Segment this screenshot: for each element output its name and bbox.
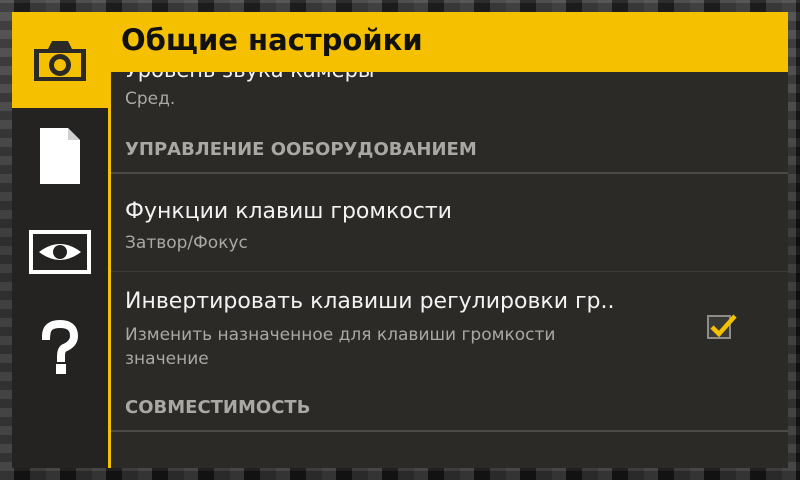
category-compatibility: СОВМЕСТИМОСТЬ [111, 382, 788, 432]
sidebar-item-general[interactable] [12, 12, 108, 108]
document-icon [40, 128, 80, 184]
settings-sidebar [12, 12, 108, 468]
sidebar-item-view[interactable] [12, 204, 108, 300]
invert-volume-keys-title: Инвертировать клавиши регулировки гр.. [125, 289, 615, 314]
invert-volume-keys-item[interactable]: Инвертировать клавиши регулировки гр.. И… [111, 272, 788, 390]
invert-volume-keys-summary-line1: Изменить назначенное для клавиши громкос… [125, 325, 556, 345]
volume-keys-function-title: Функции клавиш громкости [125, 199, 452, 224]
sidebar-item-document[interactable] [12, 108, 108, 204]
preferences-list[interactable]: Уровень звука камеры Сред. УПРАВЛЕНИЕ ОО… [111, 12, 788, 468]
eye-icon [29, 230, 91, 274]
sidebar-item-help[interactable] [12, 300, 108, 396]
camera-icon [34, 41, 86, 81]
category-hardware-control: УПРАВЛЕНИЕ ООБОРУДОВАНИЕМ [111, 124, 788, 174]
page-title: Общие настройки [121, 23, 423, 57]
checkmark-icon [710, 314, 737, 338]
invert-volume-keys-checkbox[interactable] [707, 314, 737, 339]
volume-keys-function-item[interactable]: Функции клавиш громкости Затвор/Фокус [111, 174, 788, 272]
invert-volume-keys-summary-line2: значение [125, 349, 209, 369]
volume-keys-function-summary: Затвор/Фокус [125, 233, 248, 253]
settings-header: Общие настройки [111, 12, 788, 72]
settings-panel: Уровень звука камеры Сред. УПРАВЛЕНИЕ ОО… [12, 12, 788, 468]
category-hardware-label: УПРАВЛЕНИЕ ООБОРУДОВАНИЕМ [125, 139, 477, 160]
category-compatibility-label: СОВМЕСТИМОСТЬ [125, 397, 311, 418]
camera-settings-screen: Уровень звука камеры Сред. УПРАВЛЕНИЕ ОО… [0, 0, 800, 480]
help-icon [41, 320, 79, 374]
